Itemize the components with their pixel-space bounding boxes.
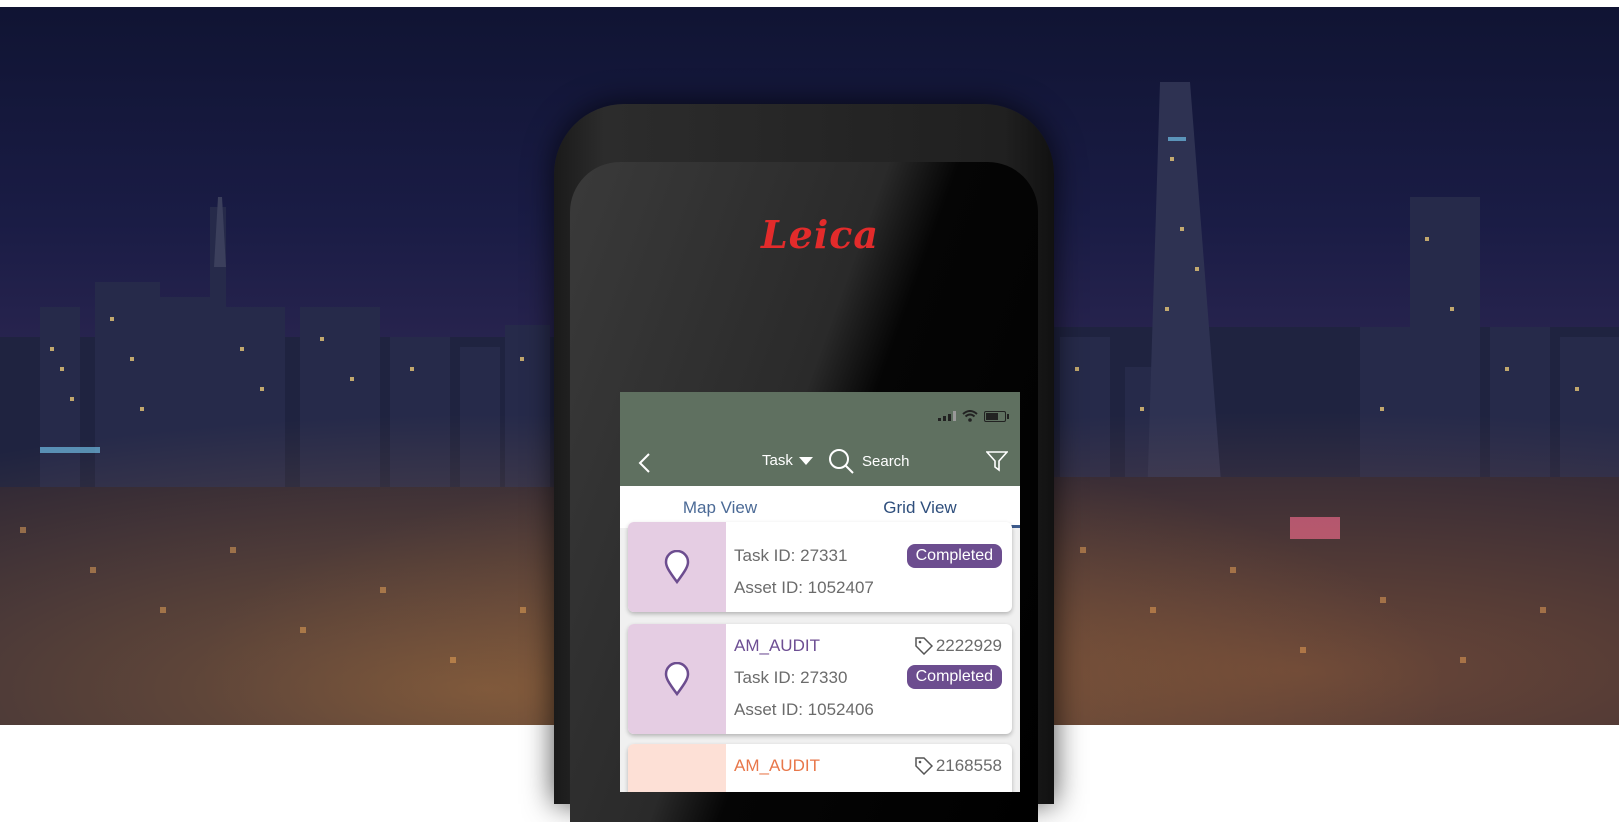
- map-pin-icon: [664, 550, 690, 584]
- status-bar: [938, 410, 1009, 422]
- back-chevron-icon[interactable]: [634, 451, 658, 475]
- leica-logo: Leica: [760, 212, 880, 257]
- wifi-icon: [962, 410, 978, 422]
- tag-icon: [915, 637, 933, 655]
- task-title: AM_AUDIT: [734, 756, 820, 775]
- asset-id: Asset ID: 1052407: [734, 578, 874, 597]
- task-card[interactable]: AM_AUDIT 2222929 Task ID: 27330 Complete…: [628, 624, 1012, 734]
- tag-number: 2168558: [915, 756, 1002, 776]
- task-card[interactable]: AM_AUDIT 2168558: [628, 744, 1012, 792]
- toolbar: Task Search: [620, 448, 1020, 478]
- tag-number: 2222929: [915, 636, 1002, 656]
- app-header: Task Search: [620, 392, 1020, 486]
- device-frame: Leica Task Search Map View Grid View Tas…: [554, 104, 1054, 822]
- task-card[interactable]: Task ID: 27331 Completed Asset ID: 10524…: [628, 522, 1012, 612]
- filter-icon[interactable]: [986, 450, 1008, 472]
- tag-number-value: 2222929: [935, 636, 1002, 655]
- card-thumbnail: [628, 744, 726, 792]
- asset-id: Asset ID: 1052406: [734, 700, 874, 719]
- card-thumbnail: [628, 522, 726, 612]
- app-screen: Task Search Map View Grid View Task ID: …: [620, 392, 1020, 792]
- search-placeholder: Search: [862, 452, 910, 470]
- task-id: Task ID: 27331: [734, 546, 848, 565]
- tag-icon: [915, 757, 933, 775]
- task-dropdown[interactable]: Task: [762, 452, 813, 469]
- card-thumbnail: [628, 624, 726, 734]
- tab-map-view[interactable]: Map View: [620, 498, 820, 518]
- tag-number-value: 2168558: [935, 756, 1002, 775]
- dropdown-caret-icon: [798, 456, 813, 465]
- map-pin-icon: [664, 662, 690, 696]
- search-icon: [829, 449, 854, 474]
- task-id: Task ID: 27330: [734, 668, 848, 687]
- task-dropdown-label: Task: [762, 452, 793, 469]
- signal-icon: [938, 411, 956, 421]
- battery-icon: [984, 410, 1009, 422]
- status-badge: Completed: [906, 544, 1002, 568]
- status-badge: Completed: [906, 665, 1002, 689]
- device-bezel: Leica Task Search Map View Grid View Tas…: [570, 162, 1038, 822]
- search-field[interactable]: Search: [828, 448, 910, 474]
- task-title: AM_AUDIT: [734, 636, 820, 655]
- tab-grid-view[interactable]: Grid View: [820, 498, 1020, 518]
